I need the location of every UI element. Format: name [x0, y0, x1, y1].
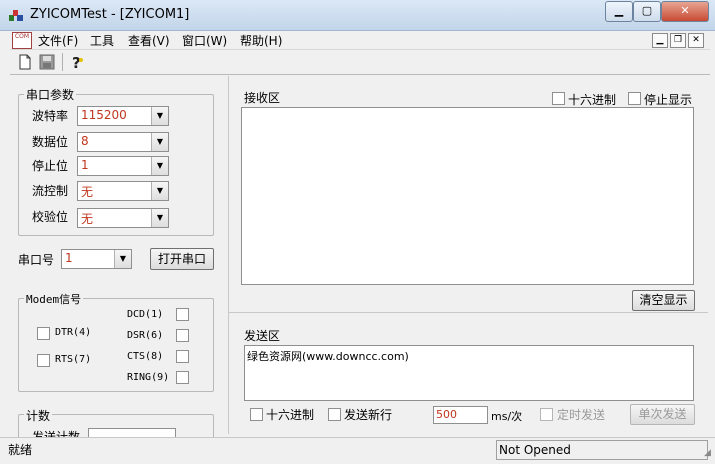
menu-view[interactable]: 查看(V)	[128, 32, 170, 49]
close-button[interactable]: ✕	[661, 1, 709, 22]
send-hex-checkbox[interactable]	[250, 408, 263, 421]
open-port-button[interactable]: 打开串口	[150, 248, 214, 270]
maximize-button[interactable]: ▢	[633, 1, 661, 22]
receive-hex-label: 十六进制	[568, 93, 617, 107]
help-icon[interactable]: ?	[68, 53, 86, 71]
data-bits-value: 8	[81, 134, 89, 148]
chevron-down-icon[interactable]: ▼	[151, 157, 168, 175]
baud-rate-value: 115200	[81, 108, 127, 122]
flow-control-select[interactable]: 无 ▼	[77, 181, 169, 201]
dtr-checkbox[interactable]	[37, 327, 50, 340]
toolbar-separator	[62, 53, 63, 71]
port-label: 串口号	[18, 253, 55, 267]
rts-checkbox[interactable]	[37, 354, 50, 367]
new-document-icon[interactable]	[16, 53, 34, 71]
interval-value: 500	[436, 408, 457, 421]
clear-display-button[interactable]: 清空显示	[632, 290, 695, 311]
panel-divider	[228, 312, 708, 313]
dcd-label: DCD(1)	[127, 309, 164, 320]
save-icon[interactable]	[38, 53, 56, 71]
mdi-restore-button[interactable]: ❐	[670, 33, 686, 48]
chevron-down-icon[interactable]: ▼	[151, 182, 168, 200]
chevron-down-icon[interactable]: ▼	[151, 209, 168, 227]
receive-textarea[interactable]	[241, 107, 694, 285]
serial-params-title: 串口参数	[24, 86, 77, 103]
status-ready: 就绪	[8, 443, 33, 457]
menu-file[interactable]: 文件(F)	[38, 32, 78, 49]
chevron-down-icon[interactable]: ▼	[151, 133, 168, 151]
status-bar: 就绪 Not Opened ◢	[0, 437, 715, 464]
stop-bits-select[interactable]: 1 ▼	[77, 156, 169, 176]
data-bits-select[interactable]: 8 ▼	[77, 132, 169, 152]
minimize-button[interactable]: ▁	[605, 1, 633, 22]
timed-send-checkbox[interactable]	[540, 408, 553, 421]
parity-label: 校验位	[32, 210, 69, 224]
send-textarea[interactable]: 绿色资源网(www.downcc.com)	[244, 345, 694, 401]
toolbar: ?	[10, 50, 710, 75]
cts-indicator	[176, 350, 189, 363]
stop-bits-label: 停止位	[32, 159, 69, 173]
receive-hex-checkbox[interactable]	[552, 92, 565, 105]
flow-control-value: 无	[81, 185, 94, 199]
interval-input[interactable]: 500	[433, 406, 488, 424]
window-title: ZYICOMTest - [ZYICOM1]	[30, 7, 190, 22]
mdi-minimize-button[interactable]: ▁	[652, 33, 668, 48]
timed-send-label: 定时发送	[557, 408, 606, 422]
baud-rate-select[interactable]: 115200 ▼	[77, 106, 169, 126]
ring-label: RING(9)	[127, 372, 170, 383]
modem-title: Modem信号	[24, 291, 84, 307]
send-newline-checkbox[interactable]	[328, 408, 341, 421]
send-newline-label: 发送新行	[344, 408, 393, 422]
svg-text:?: ?	[72, 54, 81, 71]
menu-bar: COM 文件(F) 工具 查看(V) 窗口(W) 帮助(H) ▁ ❐ ✕	[10, 31, 710, 50]
chevron-down-icon[interactable]: ▼	[114, 250, 131, 268]
cts-label: CTS(8)	[127, 351, 164, 362]
chevron-down-icon[interactable]: ▼	[151, 107, 168, 125]
parity-select[interactable]: 无 ▼	[77, 208, 169, 228]
rts-label: RTS(7)	[55, 354, 92, 365]
interval-unit: ms/次	[491, 410, 523, 423]
send-title: 发送区	[244, 329, 281, 343]
send-text: 绿色资源网(www.downcc.com)	[247, 350, 409, 363]
port-select[interactable]: 1 ▼	[61, 249, 132, 269]
single-send-button[interactable]: 单次发送	[630, 404, 695, 425]
ring-indicator	[176, 371, 189, 384]
stop-display-checkbox[interactable]	[628, 92, 641, 105]
resize-grip-icon[interactable]: ◢	[704, 448, 711, 458]
mdi-close-button[interactable]: ✕	[688, 33, 704, 48]
title-bar: ZYICOMTest - [ZYICOM1] ▁ ▢ ✕	[0, 0, 715, 31]
stop-bits-value: 1	[81, 158, 89, 172]
parity-value: 无	[81, 212, 94, 226]
status-port-state: Not Opened	[496, 440, 708, 460]
document-icon: COM	[12, 32, 32, 49]
send-count-label: 发送计数	[32, 430, 81, 437]
baud-rate-label: 波特率	[32, 109, 69, 123]
dsr-indicator	[176, 329, 189, 342]
menu-help[interactable]: 帮助(H)	[240, 32, 282, 49]
send-hex-label: 十六进制	[266, 408, 315, 422]
menu-tools[interactable]: 工具	[90, 32, 114, 49]
stop-display-label: 停止显示	[644, 93, 693, 107]
app-icon	[9, 10, 23, 21]
flow-control-label: 流控制	[32, 184, 69, 198]
count-title: 计数	[24, 407, 53, 424]
dcd-indicator	[176, 308, 189, 321]
dtr-label: DTR(4)	[55, 327, 92, 338]
menu-window[interactable]: 窗口(W)	[182, 32, 227, 49]
data-bits-label: 数据位	[32, 135, 69, 149]
receive-title: 接收区	[244, 91, 281, 105]
port-value: 1	[65, 251, 73, 265]
dsr-label: DSR(6)	[127, 330, 164, 341]
